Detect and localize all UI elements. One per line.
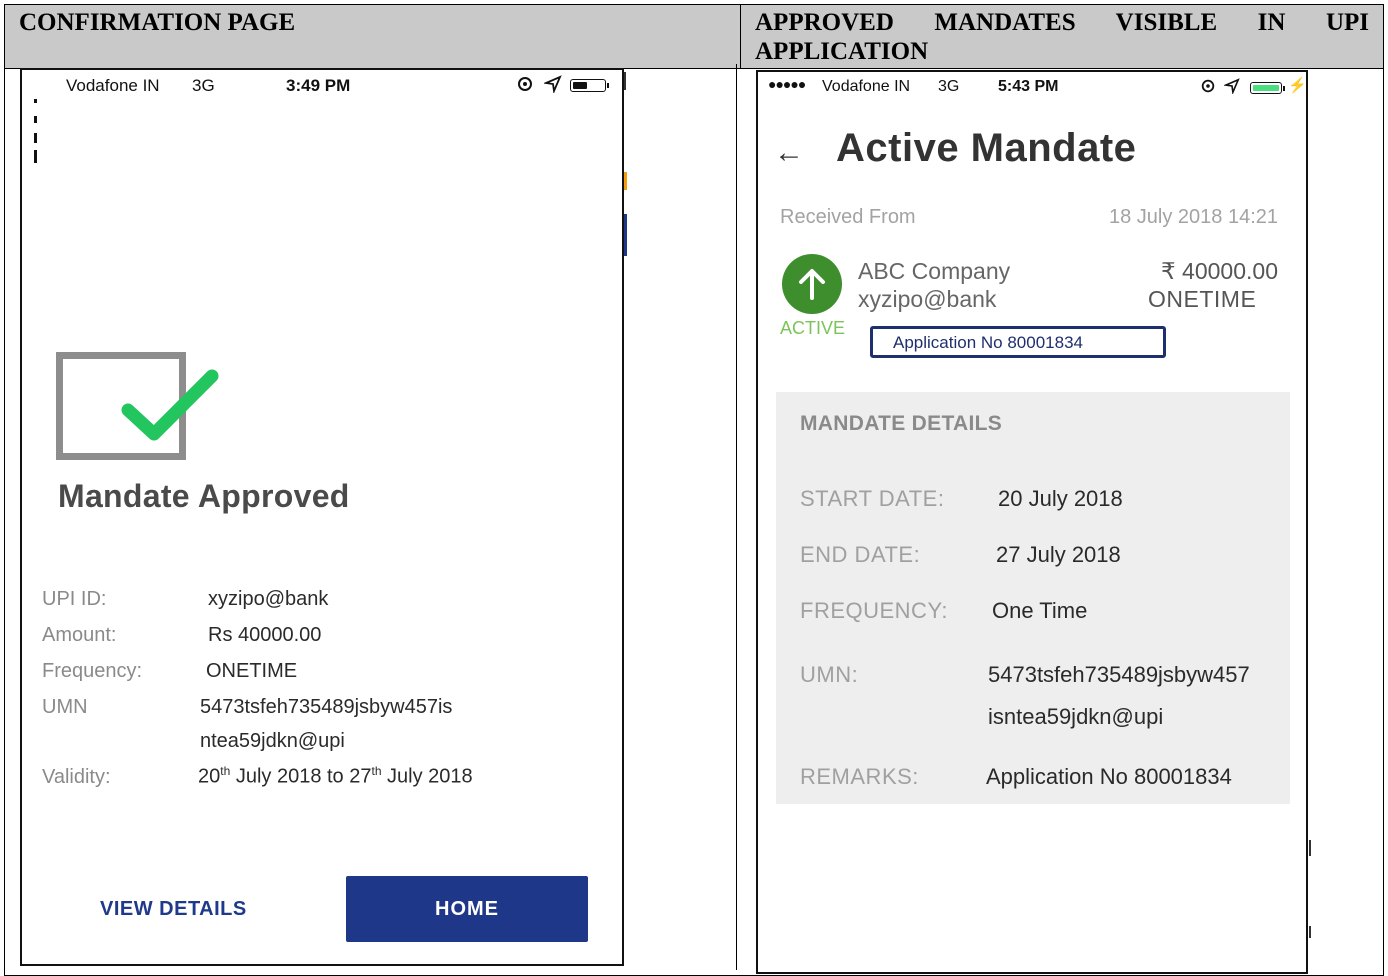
umn-value-line1: 5473tsfeh735489jsbyw457 [988,662,1250,687]
edge-artifact [624,172,627,190]
amount-label: Amount: [42,624,117,646]
umn-value-line1: 5473tsfeh735489jsbyw457is [200,696,453,718]
upi-id-value: xyzipo@bank [208,588,329,610]
carrier-label: Vodafone IN [66,76,160,95]
arrow-up-icon [782,254,842,314]
network-label: 3G [192,76,215,95]
header-confirmation-page: CONFIRMATION PAGE [5,5,741,69]
carrier-label: Vodafone IN [822,78,911,95]
umn-value-line2: isntea59jdkn@upi [988,704,1164,729]
network-label: 3G [938,78,960,95]
frequency-value: ONETIME [206,660,298,682]
umn-label: UMN [42,696,88,718]
home-button[interactable]: HOME [346,876,588,942]
back-arrow-icon[interactable]: ← [774,136,804,170]
charging-icon: ⚡ [1288,77,1307,94]
application-number-box: Application No 80001834 [870,326,1166,358]
status-badge: ACTIVE [780,318,846,338]
status-bar: Vodafone IN 3G 3:49 PM [22,70,622,163]
umn-value-line2: ntea59jdkn@upi [200,730,345,752]
payee-name: ABC Company [858,258,1011,284]
mandate-details-panel: MANDATE DETAILS START DATE: 20 July 2018… [776,392,1290,804]
end-date-value: 27 July 2018 [996,542,1121,567]
end-date-label: END DATE: [800,542,921,567]
signal-dots-icon: ●●●●● [768,76,806,92]
upi-id-label: UPI ID: [42,588,107,610]
mandate-details-heading: MANDATE DETAILS [800,412,1003,435]
header-approved-mandates: APPROVED MANDATES VISIBLE IN UPI APPLICA… [741,5,1383,69]
rotation-lock-icon [516,75,534,98]
start-date-label: START DATE: [800,486,945,511]
frequency-value: One Time [992,598,1088,623]
validity-label: Validity: [42,766,111,788]
view-details-button[interactable]: VIEW DETAILS [100,898,247,921]
edge-artifact [1309,840,1311,856]
battery-icon [570,79,609,92]
clock-time: 3:49 PM [286,76,351,95]
battery-icon [1250,82,1285,94]
checkmark-icon [121,369,219,441]
rotation-lock-icon [1200,78,1216,99]
active-mandate-phone-screen: ●●●●● Vodafone IN 3G 5:43 PM ⚡ ← Active … [756,70,1308,974]
mandate-amount: ₹ 40000.00 [1161,258,1278,284]
frequency-label: FREQUENCY: [800,598,949,623]
amount-value: Rs 40000.00 [208,624,322,646]
active-mandate-title: Active Mandate [836,126,1137,170]
umn-label: UMN: [800,662,859,687]
mandate-frequency: ONETIME [1148,286,1257,312]
edge-artifact [624,214,627,256]
payee-vpa: xyzipo@bank [858,286,997,312]
remarks-label: REMARKS: [800,764,919,789]
received-from-label: Received From [780,206,916,228]
remarks-value: Application No 80001834 [986,764,1232,789]
start-date-value: 20 July 2018 [998,486,1123,511]
validity-value: 20th July 2018 to 27th July 2018 [198,764,473,788]
frequency-label: Frequency: [42,660,143,682]
received-timestamp: 18 July 2018 14:21 [1108,206,1278,228]
location-icon [1222,78,1240,99]
status-bar: ●●●●● Vodafone IN 3G 5:43 PM ⚡ [758,72,1306,102]
edge-artifact [1309,926,1311,938]
mandate-approved-title: Mandate Approved [58,478,350,514]
confirmation-phone-screen: Vodafone IN 3G 3:49 PM Mandate Approved … [20,68,624,966]
clock-time: 5:43 PM [998,78,1059,95]
column-divider [736,64,737,970]
location-icon [542,75,562,98]
